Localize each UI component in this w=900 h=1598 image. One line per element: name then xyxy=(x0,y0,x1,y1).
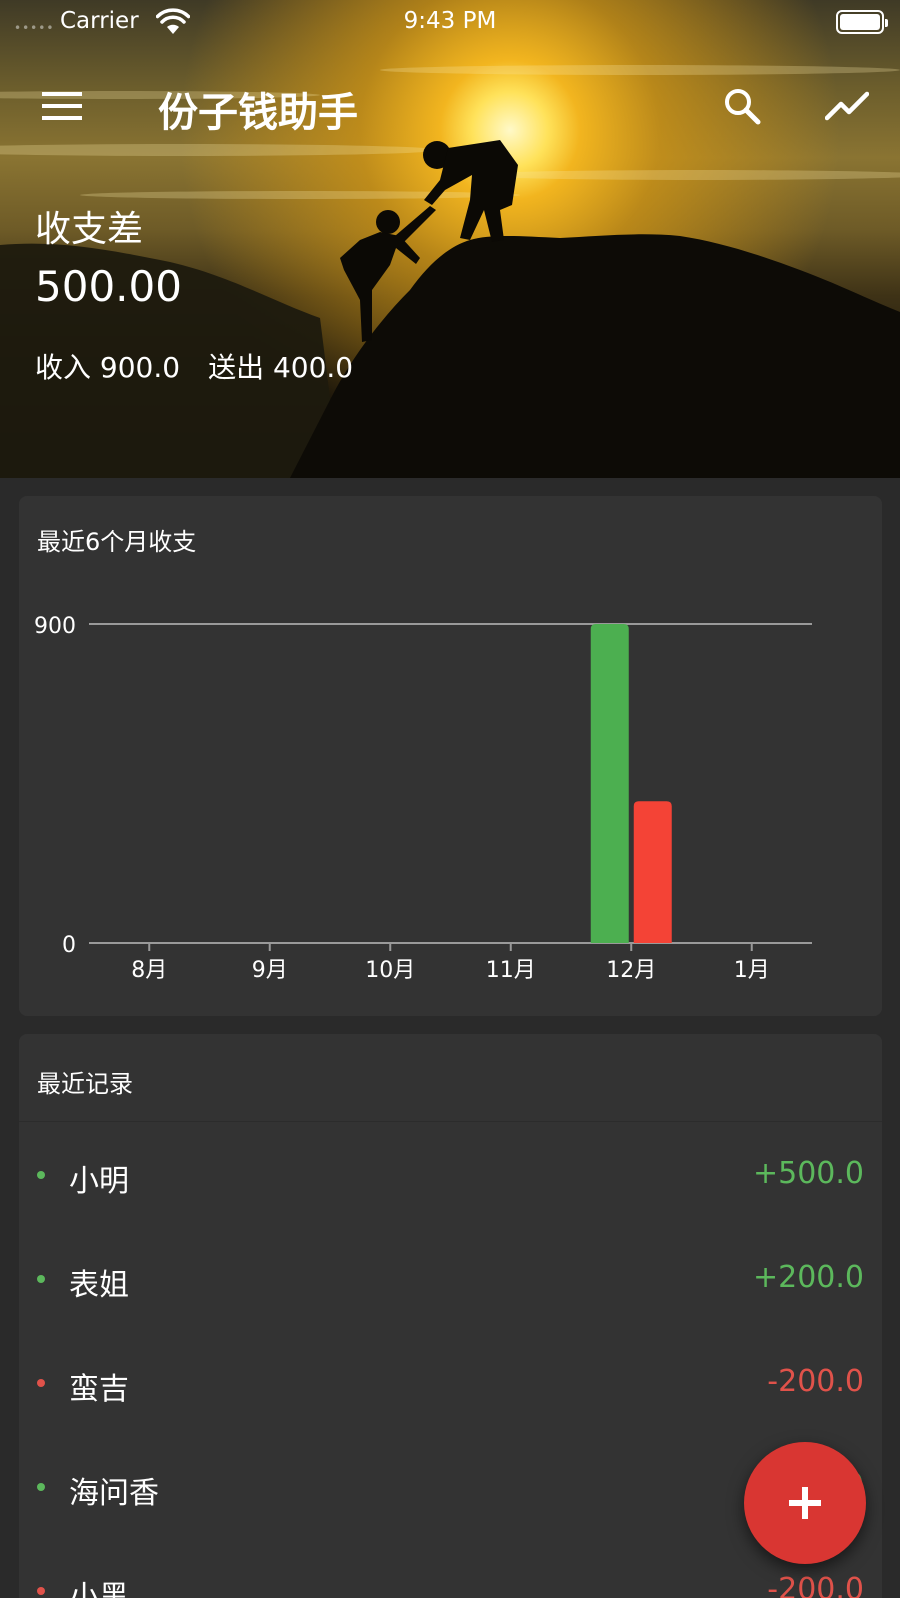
record-item[interactable]: 小黑 -200.0 xyxy=(19,1538,882,1598)
chart-bar xyxy=(633,801,672,943)
app-bar: 份子钱助手 xyxy=(0,60,900,150)
records-card-header: 最近记录 xyxy=(19,1034,882,1122)
record-type-dot xyxy=(37,1171,45,1179)
app-title: 份子钱助手 xyxy=(158,90,358,136)
income-outgoing-summary: 收入 900.0 送出 400.0 xyxy=(35,346,381,386)
income-total: 收入 900.0 xyxy=(35,351,181,384)
record-name: 小黑 xyxy=(69,1580,129,1598)
record-item[interactable]: 表姐 +200.0 xyxy=(19,1226,882,1330)
status-bar: ••••• Carrier 9:43 PM xyxy=(0,0,900,44)
add-record-button[interactable] xyxy=(744,1442,866,1564)
y-tick-label: 900 xyxy=(34,614,76,639)
records-card-title: 最近记录 xyxy=(37,1070,133,1098)
record-name: 小明 xyxy=(69,1164,129,1199)
record-type-dot xyxy=(37,1379,45,1387)
record-name: 海问香 xyxy=(69,1476,159,1511)
search-icon xyxy=(725,89,761,125)
y-tick-label: 0 xyxy=(62,933,76,958)
record-type-dot xyxy=(37,1483,45,1491)
x-tick-label: 12月 xyxy=(606,958,656,983)
x-tick-label: 10月 xyxy=(365,958,415,983)
menu-button[interactable] xyxy=(30,78,94,134)
record-type-dot xyxy=(37,1587,45,1595)
status-time: 9:43 PM xyxy=(403,8,497,34)
header-banner: ••••• Carrier 9:43 PM 份子钱助手 收支差 500.00 收… xyxy=(0,0,900,478)
statistics-button[interactable] xyxy=(816,78,878,134)
menu-icon xyxy=(42,92,82,120)
record-amount: +200.0 xyxy=(752,1260,864,1295)
x-tick-label: 8月 xyxy=(131,958,167,983)
search-button[interactable] xyxy=(712,78,772,134)
record-amount: -200.0 xyxy=(767,1572,864,1598)
x-tick-label: 9月 xyxy=(252,958,288,983)
record-name: 表姐 xyxy=(69,1268,129,1303)
record-name: 蛮吉 xyxy=(69,1372,129,1407)
x-tick-label: 1月 xyxy=(734,958,770,983)
balance-label: 收支差 xyxy=(35,209,144,250)
record-amount: -200.0 xyxy=(767,1364,864,1399)
chart-bar xyxy=(590,624,629,943)
x-tick-label: 11月 xyxy=(486,958,536,983)
record-item[interactable]: 蛮吉 -200.0 xyxy=(19,1330,882,1434)
record-amount: +500.0 xyxy=(752,1156,864,1191)
balance-value: 500.00 xyxy=(35,262,182,311)
outgoing-total: 送出 400.0 xyxy=(208,351,354,384)
record-item[interactable]: 小明 +500.0 xyxy=(19,1122,882,1226)
plus-icon xyxy=(789,1487,821,1519)
bar-chart: 0 900 8月 9月 10月 11月 12月 1月 xyxy=(34,614,812,983)
battery-icon xyxy=(836,10,888,34)
record-type-dot xyxy=(37,1275,45,1283)
chart-card: 最近6个月收支 0 900 8月 9月 10月 11月 12月 1月 xyxy=(19,496,882,1016)
trending-up-icon xyxy=(825,91,869,121)
